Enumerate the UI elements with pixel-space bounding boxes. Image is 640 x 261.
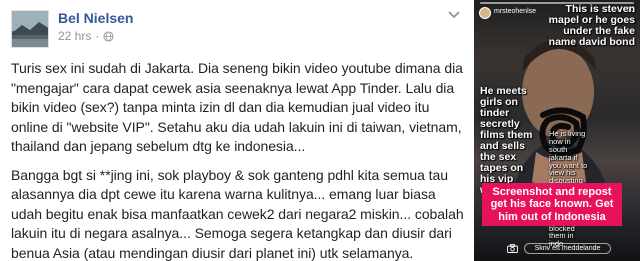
post-meta: 22 hrs · bbox=[58, 29, 114, 44]
globe-icon[interactable] bbox=[103, 31, 114, 42]
facebook-post: Bel Nielsen 22 hrs · Turis sex ini sudah… bbox=[0, 0, 474, 261]
post-text: Turis sex ini sudah di Jakarta. Dia sene… bbox=[11, 59, 469, 261]
story-caption-top: This is steven mapel or he goes under th… bbox=[548, 3, 635, 49]
meta-separator: · bbox=[95, 29, 100, 43]
post-paragraph-1: Turis sex ini sudah di Jakarta. Dia sene… bbox=[11, 60, 463, 154]
story-caption-left: He meets girls on tinder secretly films … bbox=[480, 85, 533, 195]
avatar[interactable] bbox=[11, 10, 49, 48]
camera-icon[interactable] bbox=[506, 243, 518, 253]
chevron-down-icon[interactable] bbox=[447, 10, 461, 20]
story-avatar[interactable] bbox=[479, 7, 491, 19]
post-timestamp[interactable]: 22 hrs bbox=[58, 29, 91, 44]
story-username[interactable]: mrsteohenlse bbox=[494, 8, 536, 15]
post-paragraph-2: Bangga bgt si **jing ini, sok playboy & … bbox=[11, 166, 464, 261]
story-image[interactable]: mrsteohenlse ✕ This is steven mapel or h… bbox=[474, 0, 640, 261]
story-pink-caption: Screenshot and repost get his face known… bbox=[482, 183, 622, 226]
post-author[interactable]: Bel Nielsen bbox=[58, 10, 133, 27]
story-reply-input[interactable]: Skriv ett meddelande bbox=[523, 242, 612, 254]
story-reply-bar[interactable]: Skriv ett meddelande bbox=[484, 240, 634, 256]
